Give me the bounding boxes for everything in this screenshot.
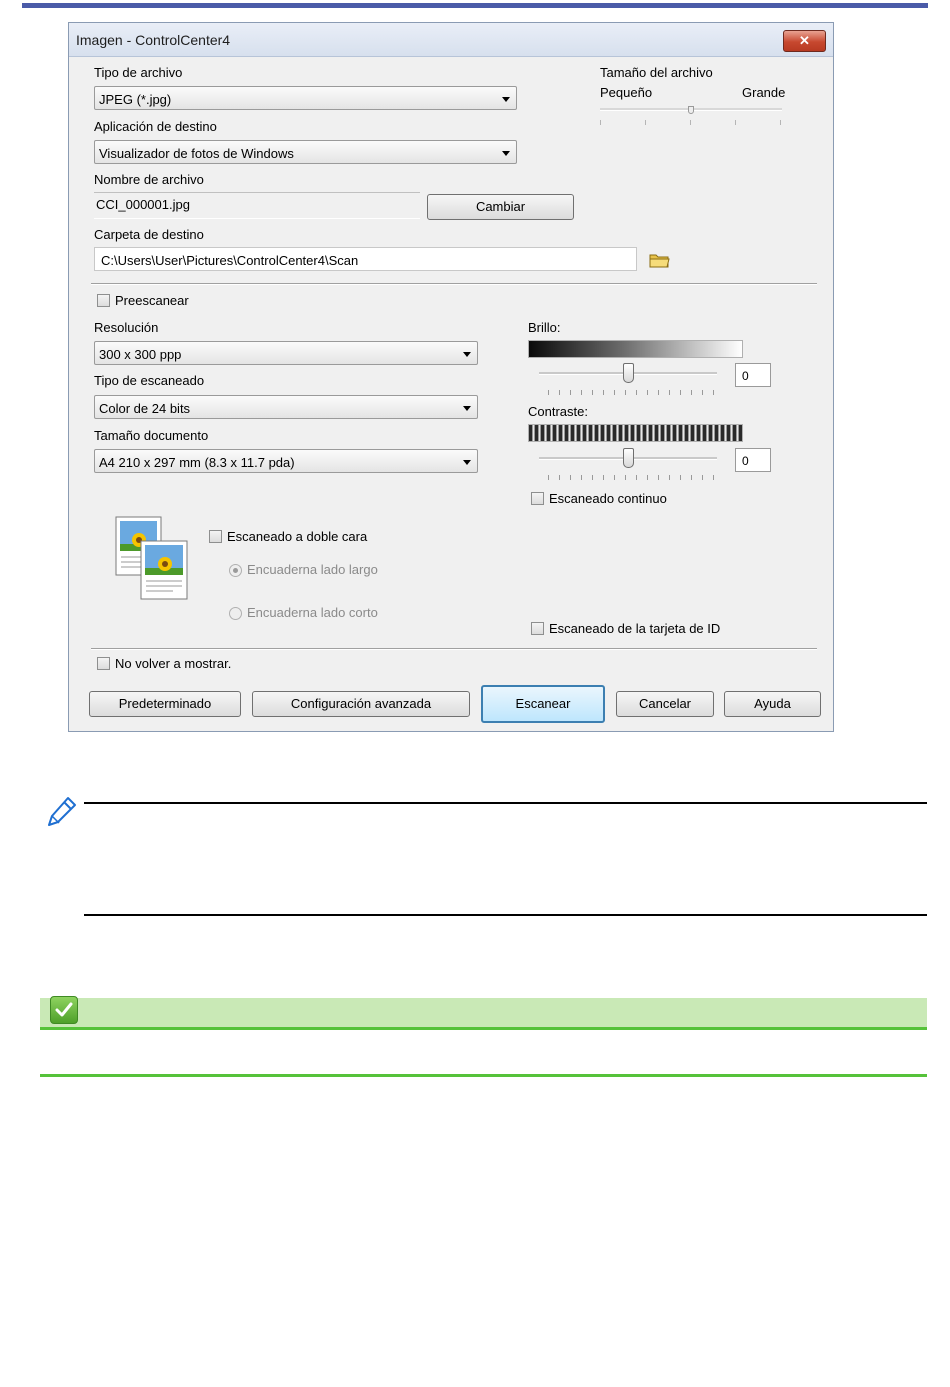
file-type-select[interactable]: JPEG (*.jpg): [94, 86, 517, 110]
resolution-label: Resolución: [94, 320, 159, 335]
separator: [91, 648, 817, 650]
file-name-value: CCI_000001.jpg: [96, 197, 190, 212]
window-title: Imagen - ControlCenter4: [76, 32, 231, 48]
contrast-value-field[interactable]: 0: [735, 448, 771, 472]
controlcenter4-dialog: Imagen - ControlCenter4 ✕ Tipo de archiv…: [68, 22, 834, 732]
brightness-label: Brillo:: [528, 320, 561, 335]
id-card-scan-checkbox[interactable]: [531, 622, 544, 635]
pencil-icon: [46, 795, 78, 829]
note-bottom-rule: [84, 914, 927, 916]
duplex-pages-icon: [115, 516, 191, 601]
duplex-checkbox[interactable]: [209, 530, 222, 543]
file-name-label: Nombre de archivo: [94, 172, 204, 187]
file-size-label: Tamaño del archivo: [600, 65, 713, 80]
resolution-value: 300 x 300 ppp: [99, 347, 182, 362]
scan-type-value: Color de 24 bits: [99, 401, 191, 416]
chevron-down-icon: [463, 460, 471, 465]
file-name-display: CCI_000001.jpg: [94, 192, 420, 219]
brightness-value-field[interactable]: 0: [735, 363, 771, 387]
destination-folder-label: Carpeta de destino: [94, 227, 204, 242]
short-edge-radio[interactable]: [229, 607, 242, 620]
brightness-value: 0: [742, 369, 749, 383]
file-size-ticks: [600, 120, 783, 125]
target-app-label: Aplicación de destino: [94, 119, 217, 134]
duplex-label: Escaneado a doble cara: [227, 529, 368, 544]
document-size-select[interactable]: A4 210 x 297 mm (8.3 x 11.7 pda): [94, 449, 478, 473]
help-button[interactable]: Ayuda: [724, 691, 821, 717]
destination-folder-value: C:\Users\User\Pictures\ControlCenter4\Sc…: [101, 253, 359, 268]
brightness-slider-thumb[interactable]: [623, 363, 634, 383]
target-app-select[interactable]: Visualizador de fotos de Windows: [94, 140, 517, 164]
continuous-scan-checkbox[interactable]: [531, 492, 544, 505]
scan-type-label: Tipo de escaneado: [94, 373, 205, 388]
file-type-label: Tipo de archivo: [94, 65, 183, 80]
contrast-slider-thumb[interactable]: [623, 448, 634, 468]
resolution-select[interactable]: 300 x 300 ppp: [94, 341, 478, 365]
dont-show-again-checkbox[interactable]: [97, 657, 110, 670]
contrast-value: 0: [742, 454, 749, 468]
note-top-rule: [84, 802, 927, 804]
long-edge-radio[interactable]: [229, 564, 242, 577]
scan-button[interactable]: Escanear: [481, 685, 605, 723]
destination-folder-field[interactable]: C:\Users\User\Pictures\ControlCenter4\Sc…: [94, 247, 637, 271]
id-card-scan-label: Escaneado de la tarjeta de ID: [549, 621, 721, 636]
folder-icon[interactable]: [649, 252, 670, 268]
change-filename-button[interactable]: Cambiar: [427, 194, 574, 220]
separator: [91, 283, 817, 285]
contrast-pattern: [528, 424, 743, 442]
close-button[interactable]: ✕: [783, 30, 826, 52]
advanced-settings-button[interactable]: Configuración avanzada: [252, 691, 470, 717]
chevron-down-icon: [463, 406, 471, 411]
file-size-slider-thumb[interactable]: [688, 106, 694, 114]
default-button[interactable]: Predeterminado: [89, 691, 241, 717]
page-top-rule: [22, 3, 928, 8]
prescan-label: Preescanear: [115, 293, 189, 308]
continuous-scan-label: Escaneado continuo: [549, 491, 667, 506]
title-bar: Imagen - ControlCenter4 ✕: [69, 23, 833, 57]
related-info-bar: [40, 996, 927, 1030]
check-icon: [50, 996, 78, 1024]
short-edge-label: Encuaderna lado corto: [247, 605, 378, 620]
dont-show-again-label: No volver a mostrar.: [115, 656, 232, 671]
contrast-label: Contraste:: [528, 404, 588, 419]
document-size-value: A4 210 x 297 mm (8.3 x 11.7 pda): [99, 455, 295, 470]
related-info-bottom-rule: [40, 1074, 927, 1077]
prescan-checkbox[interactable]: [97, 294, 110, 307]
contrast-ticks: [548, 475, 714, 480]
chevron-down-icon: [502, 97, 510, 102]
chevron-down-icon: [502, 151, 510, 156]
brightness-gradient: [528, 340, 743, 358]
scan-type-select[interactable]: Color de 24 bits: [94, 395, 478, 419]
target-app-value: Visualizador de fotos de Windows: [99, 146, 294, 161]
file-type-value: JPEG (*.jpg): [99, 92, 172, 107]
long-edge-label: Encuaderna lado largo: [247, 562, 378, 577]
cancel-button[interactable]: Cancelar: [616, 691, 714, 717]
brightness-ticks: [548, 390, 714, 395]
chevron-down-icon: [463, 352, 471, 357]
file-size-max-label: Grande: [742, 85, 786, 100]
file-size-min-label: Pequeño: [600, 85, 653, 100]
document-size-label: Tamaño documento: [94, 428, 209, 443]
